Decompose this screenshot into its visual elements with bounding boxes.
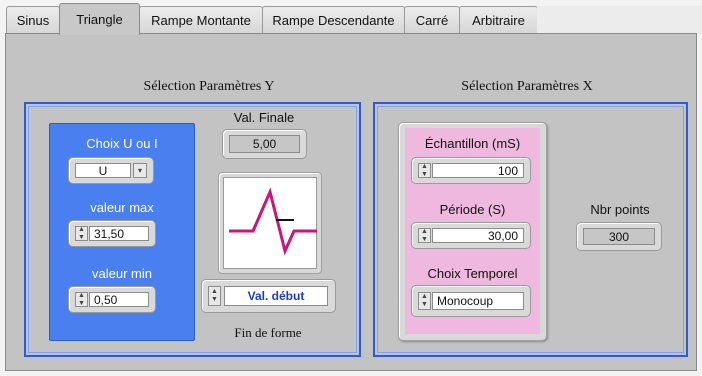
periode-input[interactable]: 30,00: [432, 228, 524, 243]
nbr-points-value: 300: [583, 228, 655, 245]
tab-bar: Sinus Triangle Rampe Montante Rampe Desc…: [0, 0, 702, 35]
y-section-title: Sélection Paramètres Y: [143, 79, 275, 94]
nbr-points-label: Nbr points: [590, 202, 650, 217]
tab-arbitraire[interactable]: Arbitraire: [459, 6, 538, 34]
valeur-max-input[interactable]: 31,50: [89, 226, 149, 241]
dropdown-arrow-icon[interactable]: ▾: [133, 163, 147, 178]
up-down-spinner-icon[interactable]: ▲ ▼: [418, 228, 431, 243]
valeur-max-control[interactable]: ▲ ▼ 31,50: [68, 220, 156, 247]
fin-de-forme-label: Fin de forme: [234, 325, 302, 340]
tab-bar-filler: [537, 6, 702, 34]
fin-de-forme-control[interactable]: ▲ ▼ Val. début: [201, 279, 336, 313]
fin-de-forme-value[interactable]: Val. début: [224, 286, 328, 306]
echantillon-label: Échantillon (mS): [424, 136, 521, 151]
val-finale-value: 5,00: [229, 135, 300, 153]
tab-rampe-montante[interactable]: Rampe Montante: [139, 6, 263, 34]
up-down-spinner-icon[interactable]: ▲ ▼: [75, 226, 88, 241]
up-down-spinner-icon[interactable]: ▲ ▼: [418, 163, 431, 178]
choix-temporel-label: Choix Temporel: [427, 266, 518, 281]
up-down-spinner-icon[interactable]: ▲ ▼: [418, 292, 431, 310]
periode-label: Période (S): [439, 202, 506, 217]
x-section-title: Sélection Paramètres X: [461, 79, 593, 94]
echantillon-control[interactable]: ▲ ▼ 100: [411, 157, 531, 184]
valeur-min-control[interactable]: ▲ ▼ 0,50: [68, 286, 156, 313]
tab-rampe-descendante[interactable]: Rampe Descendante: [262, 6, 405, 34]
up-down-spinner-icon[interactable]: ▲ ▼: [208, 286, 221, 306]
val-finale-label: Val. Finale: [233, 110, 295, 125]
valeur-min-input[interactable]: 0,50: [89, 292, 149, 307]
nbr-points-indicator: 300: [576, 222, 662, 251]
echantillon-input[interactable]: 100: [432, 163, 524, 178]
tab-carre[interactable]: Carré: [404, 6, 460, 34]
choix-u-ou-i-dropdown[interactable]: U ▾: [68, 157, 154, 184]
choix-temporel-control[interactable]: ▲ ▼ Monocoup: [411, 285, 531, 317]
valeur-max-label: valeur max: [90, 200, 154, 215]
val-finale-indicator: 5,00: [222, 129, 307, 159]
up-down-spinner-icon[interactable]: ▲ ▼: [75, 292, 88, 307]
waveform-preview: [218, 172, 322, 274]
triangle-waveform-icon: [223, 177, 317, 269]
choix-u-ou-i-label: Choix U ou I: [86, 136, 158, 151]
tab-sinus[interactable]: Sinus: [6, 6, 60, 34]
tab-triangle[interactable]: Triangle: [59, 3, 140, 35]
periode-control[interactable]: ▲ ▼ 30,00: [411, 222, 531, 249]
choix-temporel-value[interactable]: Monocoup: [432, 292, 524, 310]
choix-u-ou-i-value[interactable]: U: [75, 163, 131, 178]
valeur-min-label: valeur min: [92, 266, 152, 281]
